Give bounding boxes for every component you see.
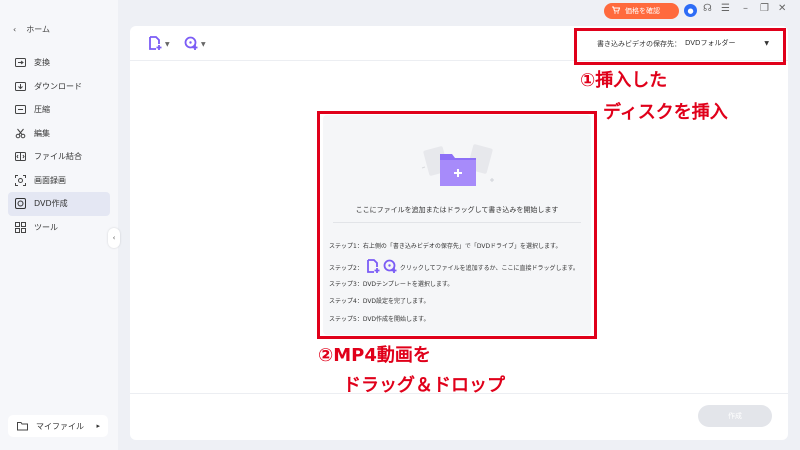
sidebar-item-label: DVD作成 <box>34 199 68 209</box>
cart-icon <box>612 6 621 16</box>
annotation-2-line-1: ②MP4動画を <box>318 345 431 366</box>
restore-icon[interactable]: ❐ <box>760 3 769 14</box>
add-file-button[interactable]: ▼ <box>148 35 170 54</box>
sidebar-item-download[interactable]: ダウンロード <box>8 75 110 99</box>
annotation-box-destination <box>574 28 786 65</box>
create-button[interactable]: 作成 <box>698 405 772 427</box>
sidebar-item-label: 画面録画 <box>34 175 66 185</box>
dvd-icon <box>14 198 26 210</box>
menu-icon[interactable]: ☰ <box>721 3 730 14</box>
add-disc-button[interactable]: ▼ <box>184 35 206 54</box>
sidebar-collapse-handle[interactable]: ‹ <box>108 228 120 248</box>
annotation-1-line-1: ①挿入した <box>580 70 668 91</box>
folder-icon <box>16 420 28 432</box>
sidebar-item-dvd[interactable]: DVD作成 <box>8 192 110 216</box>
download-icon <box>14 80 26 92</box>
sidebar-menu: 変換 ダウンロード 圧縮 編集 ファイル結合 画面録画 DVD作成 ツール <box>8 51 110 239</box>
chevron-down-icon: ▼ <box>165 41 170 48</box>
sidebar-item-compress[interactable]: 圧縮 <box>8 98 110 122</box>
close-icon[interactable]: ✕ <box>778 3 786 14</box>
sidebar: ‹ ホーム 変換 ダウンロード 圧縮 編集 ファイル結合 画面録画 DVD作成 … <box>0 0 118 450</box>
merge-icon <box>14 151 26 163</box>
sidebar-item-label: ダウンロード <box>34 81 82 91</box>
screen-record-icon <box>14 174 26 186</box>
add-disc-icon <box>184 35 198 54</box>
sidebar-item-label: 変換 <box>34 58 50 68</box>
add-file-icon <box>148 35 162 54</box>
compress-icon <box>14 104 26 116</box>
sidebar-item-label: 編集 <box>34 128 50 138</box>
convert-icon <box>14 57 26 69</box>
headset-icon[interactable]: ☊ <box>703 3 712 14</box>
price-label: 価格を確認 <box>625 7 660 15</box>
chevron-right-icon: ▸ <box>96 422 100 430</box>
sidebar-item-tools[interactable]: ツール <box>8 216 110 240</box>
chevron-left-icon: ‹ <box>13 25 17 34</box>
sidebar-item-convert[interactable]: 変換 <box>8 51 110 75</box>
tools-grid-icon <box>14 221 26 233</box>
my-files-button[interactable]: マイファイル ▸ <box>8 415 108 437</box>
user-icon: ● <box>687 6 694 15</box>
sidebar-item-edit[interactable]: 編集 <box>8 122 110 146</box>
minimize-icon[interactable]: – <box>743 3 748 14</box>
annotation-1-line-2: ディスクを挿入 <box>603 102 728 123</box>
annotation-box-dropzone <box>317 111 597 339</box>
chevron-left-icon: ‹ <box>112 234 116 242</box>
my-files-label: マイファイル <box>36 421 84 431</box>
sidebar-item-label: ツール <box>34 222 58 232</box>
scissors-icon <box>14 127 26 139</box>
sidebar-item-label: ファイル結合 <box>34 152 82 162</box>
home-label: ホーム <box>26 25 50 34</box>
sidebar-item-screen-record[interactable]: 画面録画 <box>8 169 110 193</box>
chevron-down-icon: ▼ <box>201 41 206 48</box>
user-avatar[interactable]: ● <box>684 4 697 17</box>
sidebar-item-merge[interactable]: ファイル結合 <box>8 145 110 169</box>
sidebar-item-label: 圧縮 <box>34 105 50 115</box>
check-price-button[interactable]: 価格を確認 <box>604 3 679 19</box>
home-link[interactable]: ‹ ホーム <box>13 24 50 35</box>
annotation-2-line-2: ドラッグ＆ドロップ <box>343 375 505 396</box>
